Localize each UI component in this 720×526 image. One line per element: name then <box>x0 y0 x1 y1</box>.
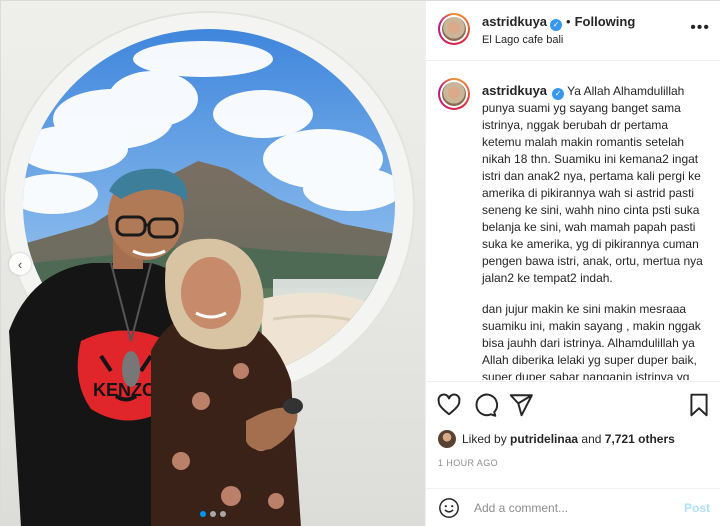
chevron-left-icon: ‹ <box>17 256 23 272</box>
comment-input[interactable] <box>474 497 664 519</box>
more-icon[interactable]: ••• <box>690 19 710 37</box>
post-frame: KENZO ‹ astridkuya ✓ • Following El Lago… <box>0 0 720 526</box>
carousel-dot <box>220 511 226 517</box>
location-link[interactable]: El Lago cafe bali <box>482 34 563 46</box>
caption-username-link[interactable]: astridkuya <box>482 83 547 98</box>
caption-paragraph-2: dan jujur makin ke sini makin mesraaa su… <box>482 302 701 380</box>
caption-paragraph-1: Ya Allah Alhamdulillah punya suami yg sa… <box>482 84 703 285</box>
caption-area: astridkuya ✓ Ya Allah Alhamdulillah punya… <box>426 62 720 380</box>
likes-connector: and <box>581 432 602 446</box>
post-header: astridkuya ✓ • Following El Lago cafe bali … <box>426 1 720 61</box>
liker-username-link[interactable]: putridelinaa <box>510 432 578 446</box>
follow-status-button[interactable]: Following <box>575 14 636 29</box>
emoji-icon[interactable] <box>438 497 460 519</box>
likes-prefix: Liked by <box>462 432 507 446</box>
username-link[interactable]: astridkuya <box>482 14 547 29</box>
likes-count-link[interactable]: 7,721 others <box>605 432 675 446</box>
carousel-dots <box>1 511 425 517</box>
carousel-dot <box>210 511 216 517</box>
post-actions: Liked by putridelinaa and 7,721 others 1… <box>426 381 720 525</box>
share-icon[interactable] <box>508 392 534 418</box>
bookmark-icon[interactable] <box>686 392 712 418</box>
post-photo[interactable]: KENZO ‹ <box>1 1 425 526</box>
avatar[interactable] <box>438 13 470 45</box>
carousel-dot <box>200 511 206 517</box>
separator-dot: • <box>566 14 571 29</box>
avatar[interactable] <box>438 430 456 448</box>
heart-icon[interactable] <box>436 392 462 418</box>
avatar[interactable] <box>438 78 470 110</box>
comment-icon[interactable] <box>472 392 499 418</box>
likes-summary: Liked by putridelinaa and 7,721 others <box>438 430 675 448</box>
post-side-panel: astridkuya ✓ • Following El Lago cafe bali … <box>425 1 720 526</box>
header-user-line: astridkuya ✓ • Following <box>482 14 635 31</box>
caption-text: astridkuya ✓ Ya Allah Alhamdulillah punya… <box>482 82 706 380</box>
verified-badge-icon: ✓ <box>550 19 563 31</box>
post-timestamp[interactable]: 1 HOUR AGO <box>438 458 498 468</box>
photo-window-view <box>23 29 395 381</box>
post-comment-button[interactable]: Post <box>684 501 710 515</box>
carousel-prev-button[interactable]: ‹ <box>9 253 31 275</box>
verified-badge-icon: ✓ <box>552 88 565 100</box>
comment-bar: Post <box>426 488 720 526</box>
